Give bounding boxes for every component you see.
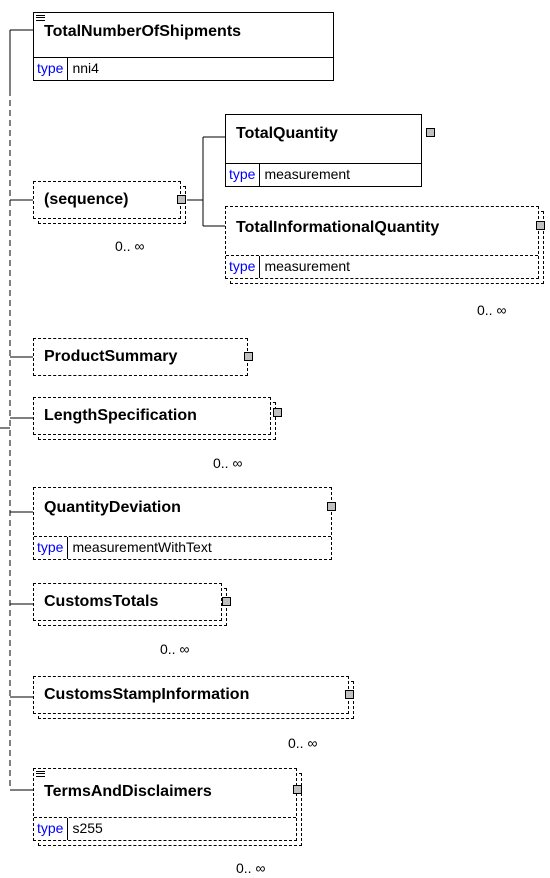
type-keyword[interactable]: type <box>34 818 69 840</box>
type-value: measurementWithText <box>72 539 212 555</box>
cardinality: 0.. ∞ <box>213 455 243 471</box>
node-customs-stamp-information[interactable]: CustomsStampInformation <box>33 676 349 714</box>
node-title: TermsAndDisclaimers <box>44 783 212 800</box>
node-title: TotalNumberOfShipments <box>44 23 242 40</box>
node-total-number-of-shipments[interactable]: TotalNumberOfShipments type nni4 <box>33 12 334 81</box>
type-keyword[interactable]: type <box>34 58 69 80</box>
node-total-informational-quantity[interactable]: TotalInformationalQuantity type measurem… <box>225 206 539 279</box>
documentation-icon <box>36 15 45 21</box>
expand-icon[interactable] <box>536 221 545 230</box>
cardinality: 0.. ∞ <box>477 302 507 318</box>
expand-icon[interactable] <box>327 502 336 511</box>
node-quantity-deviation[interactable]: QuantityDeviation type measurementWithTe… <box>33 487 332 560</box>
node-total-quantity[interactable]: TotalQuantity type measurement <box>225 114 422 187</box>
cardinality: 0.. ∞ <box>115 238 145 254</box>
expand-icon[interactable] <box>222 597 231 606</box>
expand-icon[interactable] <box>244 352 253 361</box>
node-title: QuantityDeviation <box>44 499 181 516</box>
node-length-specification[interactable]: LengthSpecification <box>33 397 271 435</box>
node-title: TotalInformationalQuantity <box>236 219 440 236</box>
node-product-summary[interactable]: ProductSummary <box>33 338 248 376</box>
node-title: (sequence) <box>44 191 129 208</box>
expand-icon[interactable] <box>177 195 186 204</box>
type-value: nni4 <box>72 60 99 76</box>
node-customs-totals[interactable]: CustomsTotals <box>33 583 222 621</box>
type-keyword[interactable]: type <box>34 537 69 559</box>
documentation-icon <box>36 771 45 777</box>
expand-icon[interactable] <box>293 785 302 794</box>
type-value: measurement <box>264 258 351 274</box>
node-terms-and-disclaimers[interactable]: TermsAndDisclaimers type s255 <box>33 768 297 841</box>
node-title: ProductSummary <box>44 348 178 365</box>
type-value: s255 <box>72 820 103 836</box>
cardinality: 0.. ∞ <box>288 735 318 751</box>
type-keyword[interactable]: type <box>226 256 261 278</box>
type-value: measurement <box>264 166 351 182</box>
node-title: CustomsTotals <box>44 593 159 610</box>
cardinality: 0.. ∞ <box>160 641 190 657</box>
expand-icon[interactable] <box>345 690 354 699</box>
node-title: LengthSpecification <box>44 407 197 424</box>
type-keyword[interactable]: type <box>226 164 261 186</box>
cardinality: 0.. ∞ <box>236 860 266 876</box>
node-sequence[interactable]: (sequence) <box>33 181 181 219</box>
expand-icon[interactable] <box>273 408 282 417</box>
node-title: TotalQuantity <box>236 125 338 142</box>
node-title: CustomsStampInformation <box>44 686 250 703</box>
expand-icon[interactable] <box>426 128 435 137</box>
